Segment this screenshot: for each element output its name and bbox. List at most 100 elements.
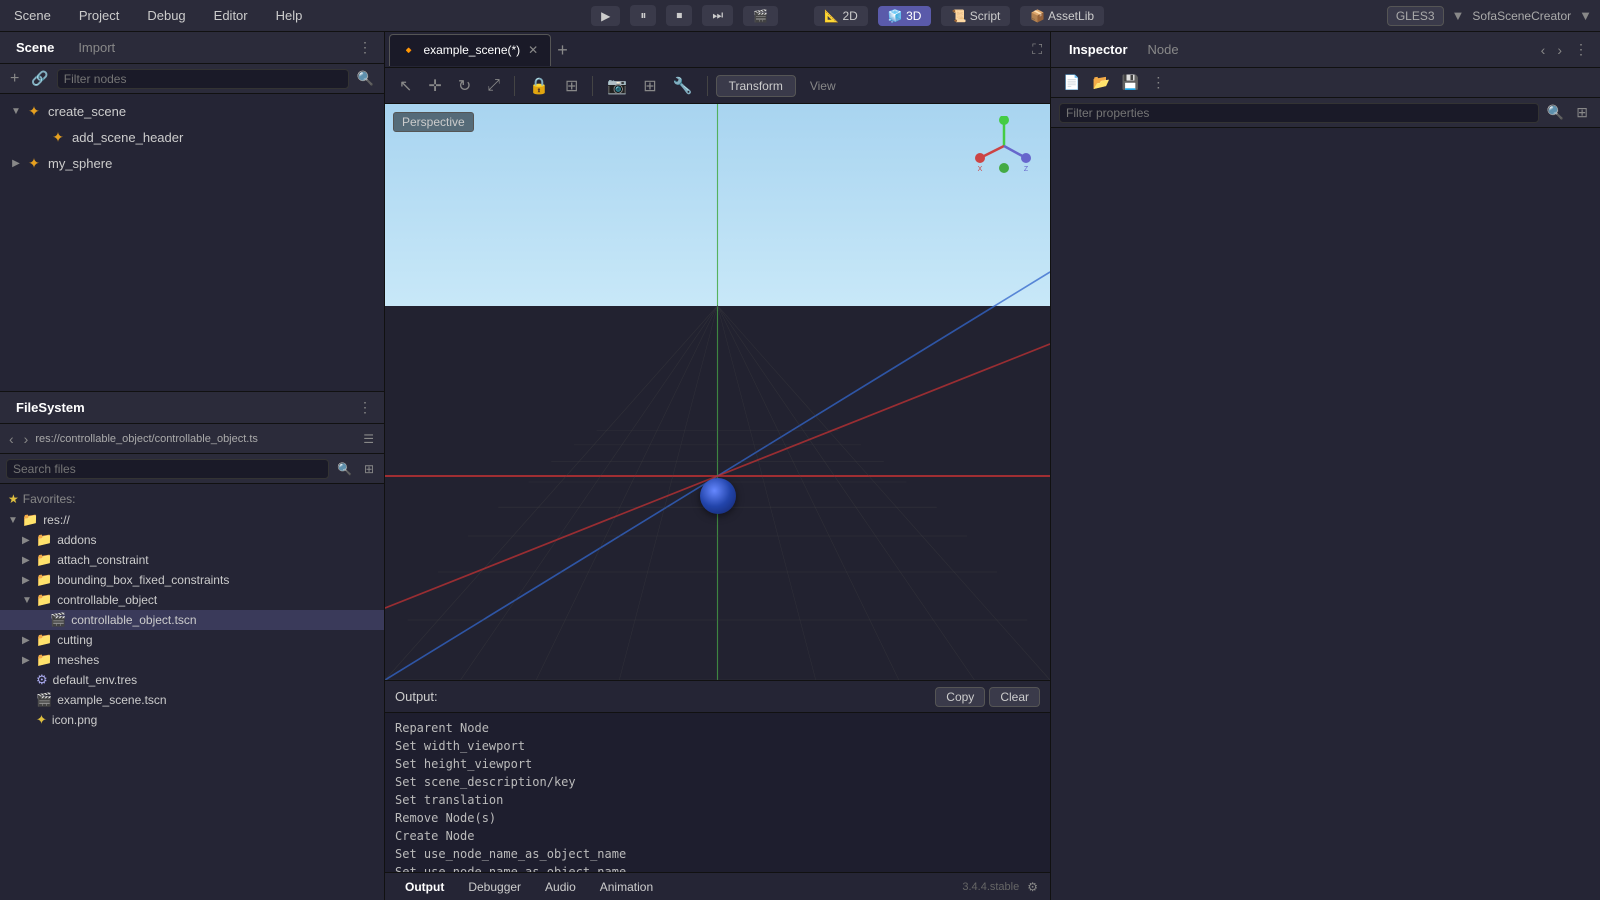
fs-item-meshes[interactable]: ▶ 📁 meshes — [0, 650, 384, 670]
viewport-fullscreen-button[interactable]: ⛶ — [1028, 39, 1046, 60]
fs-filter-button[interactable]: ⊞ — [360, 460, 378, 478]
fs-label-meshes: meshes — [57, 653, 99, 667]
menu-item-project[interactable]: Project — [73, 6, 125, 25]
fs-item-cutting[interactable]: ▶ 📁 cutting — [0, 630, 384, 650]
transform-button[interactable]: Transform — [716, 75, 796, 97]
fs-label-co-tscn: controllable_object.tscn — [71, 613, 196, 627]
project-name: SofaSceneCreator — [1472, 9, 1571, 23]
tab-import[interactable]: Import — [70, 38, 123, 57]
tab-scene[interactable]: Scene — [8, 38, 62, 57]
filter-properties-input[interactable] — [1059, 103, 1539, 123]
menu-item-debug[interactable]: Debug — [141, 6, 191, 25]
output-copy-button[interactable]: Copy — [935, 687, 985, 707]
inspector-content — [1051, 128, 1600, 900]
fs-item-addons[interactable]: ▶ 📁 addons — [0, 530, 384, 550]
fs-expand-meshes: ▶ — [22, 655, 36, 666]
assetlib-button[interactable]: 📦 AssetLib — [1020, 6, 1104, 26]
play-button[interactable]: ▶ — [591, 6, 620, 26]
fs-item-icon-png[interactable]: ✦ icon.png — [0, 710, 384, 730]
grid-button[interactable]: ⊞ — [637, 73, 662, 99]
tab-filesystem[interactable]: FileSystem — [8, 398, 93, 417]
viewport-sky — [385, 104, 1050, 306]
inspector-more-button[interactable]: ⋮ — [1570, 39, 1592, 60]
inspector-history-prev[interactable]: ‹ — [1537, 39, 1550, 60]
fs-back-button[interactable]: ‹ — [6, 430, 17, 448]
scene-action-icon-1[interactable]: 📋 — [358, 104, 376, 119]
tab-close-example-scene[interactable]: ✕ — [526, 42, 540, 58]
3d-button[interactable]: 🧊 3D — [878, 6, 932, 26]
scene-more-button[interactable]: ⋮ — [354, 37, 376, 58]
output-clear-button[interactable]: Clear — [989, 687, 1040, 707]
menu-item-scene[interactable]: Scene — [8, 6, 57, 25]
fs-item-controllable-object-tscn[interactable]: 🎬 controllable_object.tscn — [0, 610, 384, 630]
pause-button[interactable]: ⏸ — [630, 5, 656, 26]
movie-button[interactable]: 🎬 — [743, 6, 778, 26]
rotate-tool-button[interactable]: ↻ — [452, 73, 477, 99]
fs-item-res[interactable]: ▼ 📁 res:// — [0, 510, 384, 530]
select-tool-button[interactable]: ↖ — [393, 73, 418, 99]
inspector-more-actions-button[interactable]: ⋮ — [1147, 72, 1169, 93]
star-icon: ★ — [8, 492, 19, 506]
fs-item-attach-constraint[interactable]: ▶ 📁 attach_constraint — [0, 550, 384, 570]
scene-tree: ▼ ✦ create_scene 📋 ✦ add_scene_header ▶ — [0, 94, 384, 391]
folder-icon-attach-constraint: 📁 — [36, 552, 52, 568]
search-nodes-button[interactable]: 🔍 — [353, 68, 378, 89]
tab-node[interactable]: Node — [1138, 39, 1189, 60]
inspector-history-next[interactable]: › — [1553, 39, 1566, 60]
tool-extra-button[interactable]: 🔧 — [667, 73, 699, 99]
inspector-add-script-button[interactable]: 📄 — [1059, 72, 1084, 93]
footer-tab-audio[interactable]: Audio — [533, 877, 588, 897]
group-button[interactable]: ⊞ — [559, 73, 584, 99]
scene-panel-tabs: Scene Import — [8, 38, 123, 57]
script-button[interactable]: 📜 Script — [941, 6, 1010, 26]
fs-more-button[interactable]: ⋮ — [354, 397, 376, 418]
fs-item-controllable-object[interactable]: ▼ 📁 controllable_object — [0, 590, 384, 610]
my-sphere-pin-icon[interactable]: 📌 — [338, 156, 356, 171]
stop-button[interactable]: ⏹ — [666, 5, 692, 26]
editor-tab-example-scene[interactable]: 🔸 example_scene(*) ✕ — [389, 34, 551, 66]
view-button[interactable]: View — [800, 76, 846, 96]
fs-item-example-scene[interactable]: 🎬 example_scene.tscn — [0, 690, 384, 710]
tree-item-create-scene[interactable]: ▼ ✦ create_scene 📋 — [0, 98, 384, 124]
camera-button[interactable]: 📷 — [601, 73, 633, 99]
scale-tool-button[interactable]: ⤢ — [481, 74, 506, 98]
move-tool-button[interactable]: ✛ — [422, 73, 447, 99]
inspector-search-button[interactable]: 🔍 — [1543, 102, 1568, 123]
fs-forward-button[interactable]: › — [21, 430, 32, 448]
lock-button[interactable]: 🔒 — [523, 73, 555, 99]
fs-search-input[interactable] — [6, 459, 329, 479]
inspector-filter-button[interactable]: ⊞ — [1572, 102, 1592, 123]
fs-search-button[interactable]: 🔍 — [333, 460, 356, 478]
add-node-button[interactable]: + — [6, 68, 23, 90]
filter-nodes-input[interactable] — [57, 69, 349, 89]
output-settings-button[interactable]: ⚙ — [1023, 878, 1042, 896]
tree-item-my-sphere[interactable]: ▶ ✦ my_sphere 📌 👁 — [0, 150, 384, 176]
fs-label-bounding-box: bounding_box_fixed_constraints — [57, 573, 229, 587]
tree-item-add-scene-header[interactable]: ✦ add_scene_header — [0, 124, 384, 150]
fs-path-bar: ‹ › res://controllable_object/controllab… — [0, 424, 384, 454]
2d-button[interactable]: 📐 2D — [814, 6, 868, 26]
fs-item-bounding-box[interactable]: ▶ 📁 bounding_box_fixed_constraints — [0, 570, 384, 590]
menu-item-editor[interactable]: Editor — [208, 6, 254, 25]
folder-icon-addons: 📁 — [36, 532, 52, 548]
output-footer-tabs: Output Debugger Audio Animation 3.4.4.st… — [385, 872, 1050, 900]
output-content: Reparent Node Set width_viewport Set hei… — [385, 713, 1050, 872]
inspector-save-button[interactable]: 💾 — [1118, 72, 1143, 93]
tab-add-button[interactable]: + — [551, 41, 574, 59]
footer-tab-output[interactable]: Output — [393, 877, 456, 897]
viewport-gizmo[interactable]: Y X Z — [974, 116, 1034, 176]
viewport[interactable]: Perspective Y — [385, 104, 1050, 680]
tab-inspector[interactable]: Inspector — [1059, 39, 1138, 60]
menu-item-help[interactable]: Help — [270, 6, 309, 25]
step-button[interactable]: ⏭ — [702, 5, 733, 26]
perspective-label[interactable]: Perspective — [393, 112, 474, 132]
fs-header-actions: ⋮ — [354, 397, 376, 418]
inspector-open-folder-button[interactable]: 📂 — [1088, 72, 1113, 93]
link-button[interactable]: 🔗 — [27, 68, 52, 89]
fs-item-default-env[interactable]: ⚙ default_env.tres — [0, 670, 384, 690]
footer-tab-animation[interactable]: Animation — [588, 877, 665, 897]
fs-layout-button[interactable]: ☰ — [359, 430, 378, 448]
my-sphere-eye-icon[interactable]: 👁 — [358, 156, 376, 171]
fs-label-attach-constraint: attach_constraint — [57, 553, 148, 567]
footer-tab-debugger[interactable]: Debugger — [456, 877, 533, 897]
